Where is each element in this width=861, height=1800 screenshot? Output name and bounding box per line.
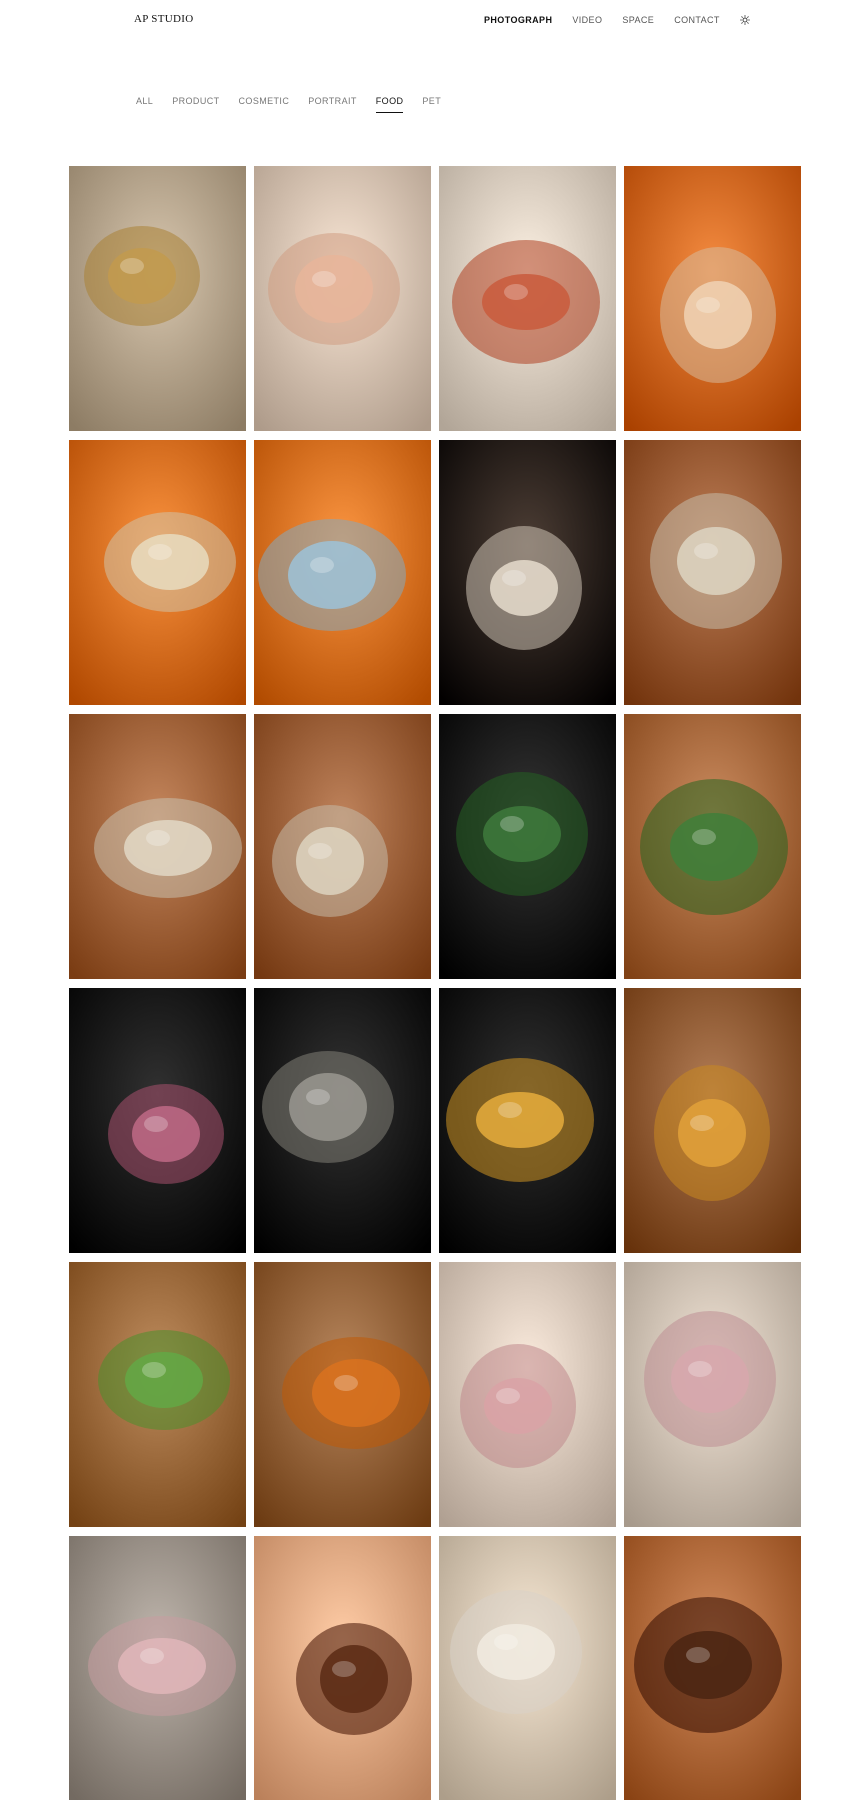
gallery-photo-whisky-smoke[interactable] [254, 988, 431, 1253]
photo-image [439, 714, 616, 979]
photo-image [624, 988, 801, 1253]
photo-image [439, 166, 616, 431]
photo-image [624, 714, 801, 979]
photo-image [69, 988, 246, 1253]
filter-food[interactable]: FOOD [375, 96, 404, 113]
gallery-photo-clam-noodle-soup[interactable] [254, 1262, 431, 1527]
nav-video[interactable]: VIDEO [572, 15, 602, 25]
photo-image [254, 1536, 431, 1800]
photo-image [439, 988, 616, 1253]
filter-cosmetic[interactable]: COSMETIC [239, 96, 290, 113]
gallery-photo-korean-pancake[interactable] [624, 988, 801, 1253]
filter-all[interactable]: ALL [136, 96, 153, 113]
gallery-photo-hands-holding-soup-bowl[interactable] [439, 440, 616, 705]
photo-image [69, 1536, 246, 1800]
gallery-photo-cappuccino-cup[interactable] [439, 1536, 616, 1800]
gallery-photo-sake-bottle-and-cup[interactable] [254, 440, 431, 705]
gallery-photo-flower-dessert[interactable] [439, 166, 616, 431]
gallery-photo-crystal-cocktail-glass[interactable] [69, 440, 246, 705]
main-nav: PHOTOGRAPH VIDEO SPACE CONTACT [484, 14, 752, 26]
photo-image [69, 166, 246, 431]
gallery-photo-liquor-bottle-gifts[interactable] [254, 1536, 431, 1800]
filter-pet[interactable]: PET [422, 96, 441, 113]
photo-image [439, 1536, 616, 1800]
gallery-photo-golden-cocktail[interactable] [439, 988, 616, 1253]
sun-icon[interactable] [738, 14, 752, 26]
photo-image [624, 166, 801, 431]
filter-portrait[interactable]: PORTRAIT [308, 96, 357, 113]
photo-image [254, 440, 431, 705]
filter-product[interactable]: PRODUCT [172, 96, 219, 113]
gallery-photo-hot-pot-dark[interactable] [439, 714, 616, 979]
photo-image [254, 166, 431, 431]
gallery-photo-coffee-bottle-beans[interactable] [624, 1536, 801, 1800]
gallery-photo-sashimi-dark-plate[interactable] [69, 1536, 246, 1800]
gallery-photo-soup-and-side-dishes[interactable] [254, 714, 431, 979]
photo-image [69, 714, 246, 979]
gallery-photo-sashimi-plate[interactable] [439, 1262, 616, 1527]
category-filters: ALL PRODUCT COSMETIC PORTRAIT FOOD PET [136, 96, 460, 113]
gallery-photo-sake-bottle-orange[interactable] [624, 166, 801, 431]
gallery-photo-risotto-with-fish[interactable] [69, 166, 246, 431]
photo-image [254, 714, 431, 979]
photo-image [254, 1262, 431, 1527]
photo-image [439, 1262, 616, 1527]
gallery-photo-clam-noodle-salad[interactable] [69, 1262, 246, 1527]
gallery-photo-pink-martini[interactable] [69, 988, 246, 1253]
gallery-photo-sashimi-with-sake[interactable] [624, 1262, 801, 1527]
photo-image [624, 1536, 801, 1800]
nav-contact[interactable]: CONTACT [674, 15, 720, 25]
nav-space[interactable]: SPACE [622, 15, 654, 25]
photo-image [439, 440, 616, 705]
gallery-photo-spoon-with-soup[interactable] [69, 714, 246, 979]
photo-image [624, 1262, 801, 1527]
gallery-photo-sliced-raw-fish-salad[interactable] [254, 166, 431, 431]
photo-image [69, 1262, 246, 1527]
nav-photograph[interactable]: PHOTOGRAPH [484, 15, 552, 25]
site-header: AP STUDIO PHOTOGRAPH VIDEO SPACE CONTACT [0, 0, 861, 40]
site-logo[interactable]: AP STUDIO [134, 13, 193, 25]
gallery-photo-soup-bowl-on-wood[interactable] [624, 440, 801, 705]
photo-image [254, 988, 431, 1253]
photo-gallery [69, 166, 801, 1800]
gallery-photo-hot-pot-chives[interactable] [624, 714, 801, 979]
photo-image [624, 440, 801, 705]
photo-image [69, 440, 246, 705]
